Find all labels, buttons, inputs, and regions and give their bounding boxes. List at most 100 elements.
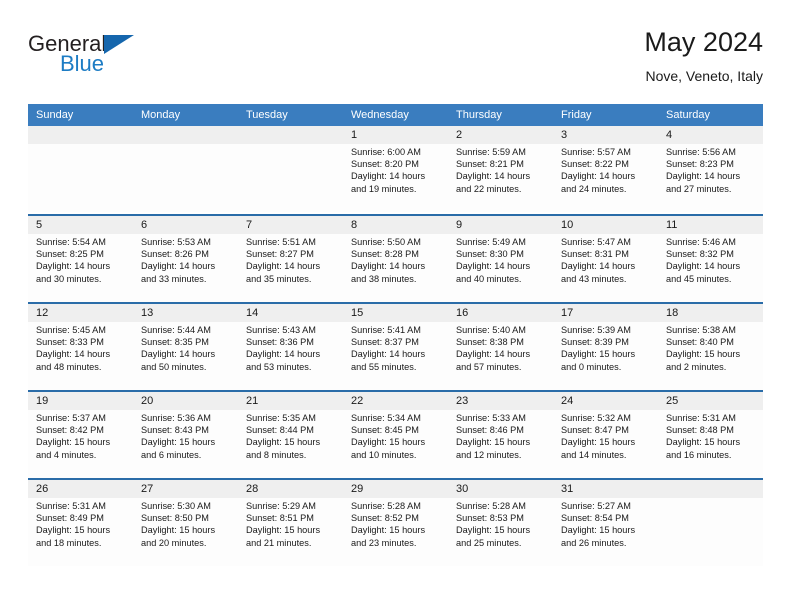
day-cell[interactable]: Sunrise: 5:54 AM Sunset: 8:25 PM Daylight:…	[28, 234, 133, 302]
day-number[interactable]: 6	[133, 216, 238, 234]
weekday-header-row: Sunday Monday Tuesday Wednesday Thursday…	[28, 104, 763, 126]
day-cell[interactable]: Sunrise: 6:00 AM Sunset: 8:20 PM Daylight:…	[343, 144, 448, 212]
day-number[interactable]: 25	[658, 392, 763, 410]
day-daylight-a-text: Daylight: 15 hours	[561, 525, 636, 536]
day-daylight-b-text: and 40 minutes.	[456, 273, 522, 284]
day-number[interactable]: 19	[28, 392, 133, 410]
day-number[interactable]: 26	[28, 480, 133, 498]
day-cell[interactable]: Sunrise: 5:40 AM Sunset: 8:38 PM Daylight:…	[448, 322, 553, 390]
day-sunrise-text: Sunrise: 5:28 AM	[456, 501, 526, 511]
day-daylight-a-text: Daylight: 15 hours	[141, 437, 216, 448]
day-number[interactable]: 9	[448, 216, 553, 234]
day-cell[interactable]: Sunrise: 5:39 AM Sunset: 8:39 PM Daylight:…	[553, 322, 658, 390]
day-sunset-text: Sunset: 8:43 PM	[141, 425, 209, 436]
day-daylight-a-text: Daylight: 14 hours	[141, 349, 216, 360]
day-number[interactable]: 24	[553, 392, 658, 410]
day-cell[interactable]: Sunrise: 5:28 AM Sunset: 8:53 PM Daylight:…	[448, 498, 553, 566]
day-cell[interactable]: Sunrise: 5:44 AM Sunset: 8:35 PM Daylight:…	[133, 322, 238, 390]
day-sunrise-text: Sunrise: 5:35 AM	[246, 413, 316, 423]
day-number[interactable]: 11	[658, 216, 763, 234]
day-cell[interactable]: Sunrise: 5:59 AM Sunset: 8:21 PM Daylight:…	[448, 144, 553, 212]
day-number[interactable]: 14	[238, 304, 343, 322]
day-sunset-text: Sunset: 8:30 PM	[456, 249, 524, 260]
day-number[interactable]: 8	[343, 216, 448, 234]
day-cell[interactable]: Sunrise: 5:57 AM Sunset: 8:22 PM Daylight:…	[553, 144, 658, 212]
day-number[interactable]: 3	[553, 126, 658, 144]
day-daylight-a-text: Daylight: 15 hours	[36, 437, 111, 448]
day-number[interactable]: 20	[133, 392, 238, 410]
day-number[interactable]: 15	[343, 304, 448, 322]
day-cell[interactable]: Sunrise: 5:30 AM Sunset: 8:50 PM Daylight:…	[133, 498, 238, 566]
day-cell[interactable]: Sunrise: 5:51 AM Sunset: 8:27 PM Daylight:…	[238, 234, 343, 302]
day-number[interactable]: 4	[658, 126, 763, 144]
day-sunrise-text: Sunrise: 5:30 AM	[141, 501, 211, 511]
calendar-week-row: 1 2 3 4 Sunrise: 6:00 AM Sunset: 8:20 PM Dayli…	[28, 126, 763, 214]
day-sunrise-text: Sunrise: 5:31 AM	[36, 501, 106, 511]
weekday-header-saturday: Saturday	[666, 109, 711, 121]
day-cell[interactable]: Sunrise: 5:34 AM Sunset: 8:45 PM Daylight:…	[343, 410, 448, 478]
day-sunset-text: Sunset: 8:26 PM	[141, 249, 209, 260]
day-cell[interactable]: Sunrise: 5:56 AM Sunset: 8:23 PM Daylight:…	[658, 144, 763, 212]
day-sunset-text: Sunset: 8:40 PM	[666, 337, 734, 348]
day-cell[interactable]: Sunrise: 5:47 AM Sunset: 8:31 PM Daylight:…	[553, 234, 658, 302]
day-cell[interactable]: Sunrise: 5:31 AM Sunset: 8:48 PM Daylight:…	[658, 410, 763, 478]
brand-blue-text: Blue	[60, 51, 105, 76]
day-cell[interactable]: Sunrise: 5:41 AM Sunset: 8:37 PM Daylight:…	[343, 322, 448, 390]
day-daylight-b-text: and 48 minutes.	[36, 361, 102, 372]
day-daylight-a-text: Daylight: 14 hours	[351, 261, 426, 272]
day-sunset-text: Sunset: 8:48 PM	[666, 425, 734, 436]
day-cell[interactable]: Sunrise: 5:27 AM Sunset: 8:54 PM Daylight:…	[553, 498, 658, 566]
day-number[interactable]: 27	[133, 480, 238, 498]
day-number[interactable]: 21	[238, 392, 343, 410]
day-daylight-b-text: and 23 minutes.	[351, 537, 417, 548]
day-number-empty	[28, 126, 133, 144]
day-number[interactable]: 10	[553, 216, 658, 234]
day-number[interactable]: 16	[448, 304, 553, 322]
day-number[interactable]: 17	[553, 304, 658, 322]
day-daylight-a-text: Daylight: 14 hours	[36, 261, 111, 272]
day-cell[interactable]: Sunrise: 5:45 AM Sunset: 8:33 PM Daylight:…	[28, 322, 133, 390]
weekday-header-thursday: Thursday	[456, 109, 502, 121]
day-number[interactable]: 1	[343, 126, 448, 144]
day-daylight-b-text: and 55 minutes.	[351, 361, 417, 372]
day-cell[interactable]: Sunrise: 5:35 AM Sunset: 8:44 PM Daylight:…	[238, 410, 343, 478]
day-cell[interactable]: Sunrise: 5:38 AM Sunset: 8:40 PM Daylight:…	[658, 322, 763, 390]
day-number[interactable]: 18	[658, 304, 763, 322]
day-cell[interactable]: Sunrise: 5:32 AM Sunset: 8:47 PM Daylight:…	[553, 410, 658, 478]
day-sunset-text: Sunset: 8:31 PM	[561, 249, 629, 260]
day-cell[interactable]: Sunrise: 5:43 AM Sunset: 8:36 PM Daylight:…	[238, 322, 343, 390]
day-cell[interactable]: Sunrise: 5:50 AM Sunset: 8:28 PM Daylight:…	[343, 234, 448, 302]
day-daylight-a-text: Daylight: 15 hours	[351, 437, 426, 448]
day-cell[interactable]: Sunrise: 5:33 AM Sunset: 8:46 PM Daylight:…	[448, 410, 553, 478]
day-number[interactable]: 29	[343, 480, 448, 498]
day-daylight-b-text: and 20 minutes.	[141, 537, 207, 548]
day-number[interactable]: 7	[238, 216, 343, 234]
day-number[interactable]: 5	[28, 216, 133, 234]
day-cell[interactable]: Sunrise: 5:49 AM Sunset: 8:30 PM Daylight:…	[448, 234, 553, 302]
day-cell[interactable]: Sunrise: 5:37 AM Sunset: 8:42 PM Daylight:…	[28, 410, 133, 478]
day-number[interactable]: 30	[448, 480, 553, 498]
day-number[interactable]: 23	[448, 392, 553, 410]
day-cell[interactable]: Sunrise: 5:29 AM Sunset: 8:51 PM Daylight:…	[238, 498, 343, 566]
day-cell[interactable]: Sunrise: 5:53 AM Sunset: 8:26 PM Daylight:…	[133, 234, 238, 302]
day-cell[interactable]: Sunrise: 5:36 AM Sunset: 8:43 PM Daylight:…	[133, 410, 238, 478]
day-sunset-text: Sunset: 8:28 PM	[351, 249, 419, 260]
day-cell[interactable]: Sunrise: 5:31 AM Sunset: 8:49 PM Daylight:…	[28, 498, 133, 566]
day-number[interactable]: 12	[28, 304, 133, 322]
calendar-week-row: 26 27 28 29 30 31 Sunrise: 5:31 AM Sunset: 8:49…	[28, 478, 763, 566]
day-number[interactable]: 31	[553, 480, 658, 498]
day-number[interactable]: 2	[448, 126, 553, 144]
brand-logo[interactable]: General Blue	[28, 32, 238, 92]
day-daylight-b-text: and 6 minutes.	[141, 449, 202, 460]
week-day-number-band: 5 6 7 8 9 10 11	[28, 216, 763, 234]
day-daylight-a-text: Daylight: 15 hours	[666, 437, 741, 448]
day-daylight-b-text: and 8 minutes.	[246, 449, 307, 460]
day-number[interactable]: 13	[133, 304, 238, 322]
weekday-header-wednesday: Wednesday	[351, 109, 409, 121]
day-sunset-text: Sunset: 8:20 PM	[351, 159, 419, 170]
day-cell[interactable]: Sunrise: 5:28 AM Sunset: 8:52 PM Daylight:…	[343, 498, 448, 566]
day-number[interactable]: 22	[343, 392, 448, 410]
day-cell[interactable]: Sunrise: 5:46 AM Sunset: 8:32 PM Daylight:…	[658, 234, 763, 302]
day-number[interactable]: 28	[238, 480, 343, 498]
calendar-page: General Blue May 2024 Nove, Veneto, Ital…	[0, 0, 792, 612]
